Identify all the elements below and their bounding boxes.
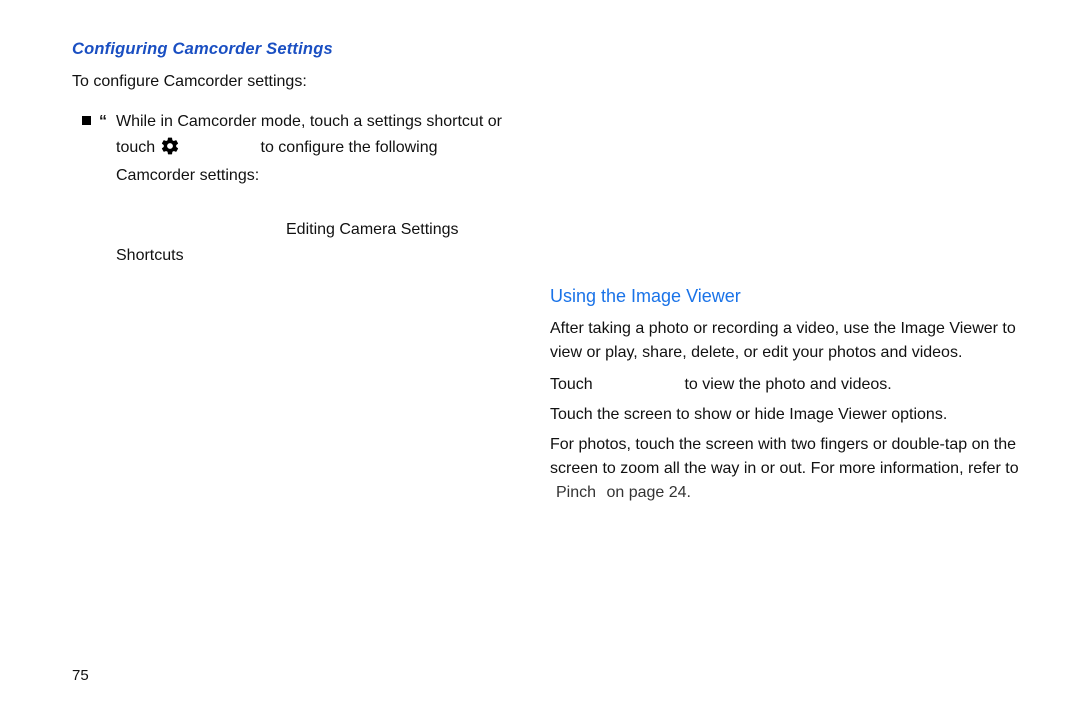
page-number: 75: [72, 667, 89, 684]
section-heading: Using the Image Viewer: [550, 286, 1020, 307]
zoom-text: For photos, touch the screen with two fi…: [550, 436, 1019, 477]
bullet-line-1: While in Camcorder mode, touch a setting…: [116, 109, 542, 135]
sub-block: Editing Camera Settings Shortcuts: [72, 217, 542, 269]
intro-text: To configure Camcorder settings:: [72, 73, 542, 91]
gear-icon: [160, 136, 180, 156]
document-page: Configuring Camcorder Settings To config…: [0, 0, 1080, 720]
pinch-reference: Pinch: [550, 481, 602, 505]
square-bullet-icon: [82, 116, 91, 125]
sub-left-text: Shortcuts: [116, 243, 542, 269]
touch-line: Touch to view the photo and videos.: [550, 373, 1020, 397]
left-column: Configuring Camcorder Settings To config…: [72, 40, 542, 269]
bullet-line-2-post: to configure the following: [261, 139, 438, 156]
paragraph-1: After taking a photo or recording a vide…: [550, 317, 1020, 365]
open-quote-icon: “: [99, 109, 107, 135]
bullet-line-3: Camcorder settings:: [116, 163, 542, 189]
right-column: Using the Image Viewer After taking a ph…: [550, 286, 1020, 505]
bullet-item: “ While in Camcorder mode, touch a setti…: [72, 109, 542, 189]
bullet-line-2: touch to configure the following: [116, 135, 542, 161]
sub-right-text: Editing Camera Settings: [116, 217, 542, 243]
touch-rest: to view the photo and videos.: [684, 376, 891, 393]
zoom-paragraph: For photos, touch the screen with two fi…: [550, 433, 1020, 505]
bullet-line-2-pre: touch: [116, 139, 160, 156]
subsection-heading: Configuring Camcorder Settings: [72, 40, 542, 59]
pinch-page: on page 24.: [602, 484, 691, 501]
toggle-options-line: Touch the screen to show or hide Image V…: [550, 403, 1020, 427]
touch-word: Touch: [550, 373, 680, 397]
